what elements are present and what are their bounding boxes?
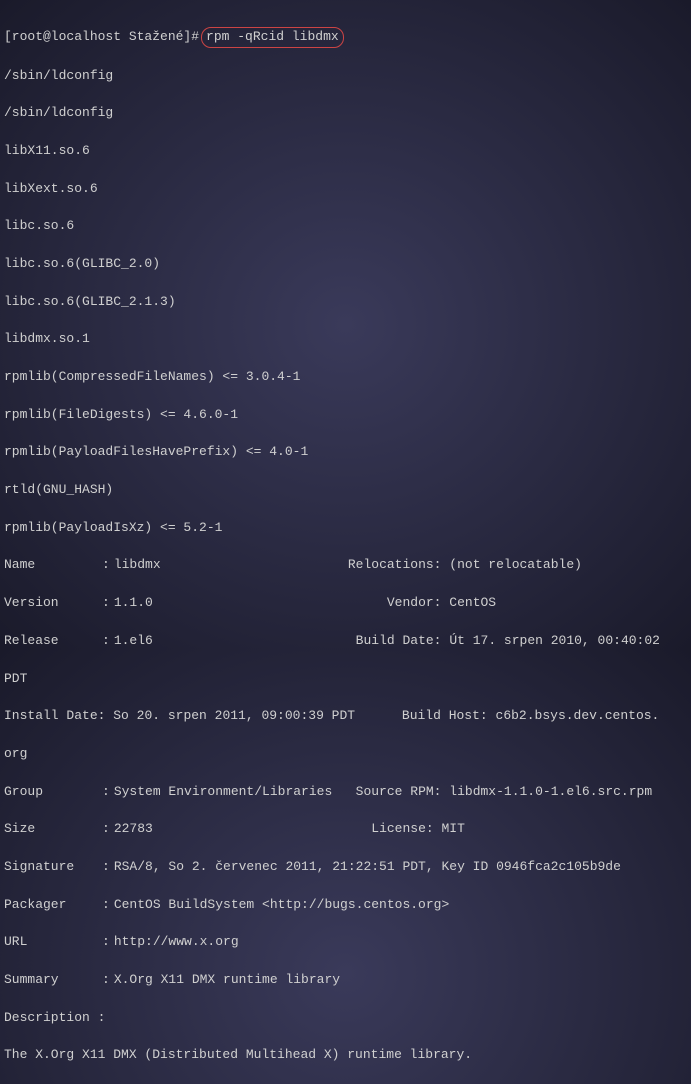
version-value: 1.1.0	[114, 595, 153, 610]
relocations-value: (not relocatable)	[449, 557, 582, 572]
dep-line: libc.so.6(GLIBC_2.1.3)	[4, 293, 687, 312]
builddate-label: Build Date:	[356, 633, 442, 648]
size-label: Size	[4, 820, 102, 839]
summary-label: Summary	[4, 971, 102, 990]
version-label: Version	[4, 594, 102, 613]
release-value: 1.el6	[114, 633, 153, 648]
vendor-label: Vendor:	[387, 595, 442, 610]
info-size-line: Size:22783 License: MIT	[4, 820, 687, 839]
command-prompt[interactable]: [root@localhost Stažené]# rpm -qRcid lib…	[4, 27, 687, 48]
dep-line: /sbin/ldconfig	[4, 67, 687, 86]
info-url-line: URL:http://www.x.org	[4, 933, 687, 952]
dep-line: libX11.so.6	[4, 142, 687, 161]
packager-label: Packager	[4, 896, 102, 915]
dep-line: libdmx.so.1	[4, 330, 687, 349]
info-signature-line: Signature:RSA/8, So 2. červenec 2011, 21…	[4, 858, 687, 877]
command-highlight: rpm -qRcid libdmx	[201, 27, 344, 48]
buildhost-value: c6b2.bsys.dev.centos.	[496, 708, 660, 723]
info-name-line: Name:libdmx Relocations: (not relocatabl…	[4, 556, 687, 575]
dep-line: rpmlib(CompressedFileNames) <= 3.0.4-1	[4, 368, 687, 387]
installdate-label: Install Date:	[4, 708, 105, 723]
relocations-label: Relocations:	[348, 557, 442, 572]
group-label: Group	[4, 783, 102, 802]
info-version-line: Version:1.1.0 Vendor: CentOS	[4, 594, 687, 613]
description-label: Description :	[4, 1009, 687, 1028]
dep-line: /sbin/ldconfig	[4, 104, 687, 123]
info-installdate-line: Install Date: So 20. srpen 2011, 09:00:3…	[4, 707, 687, 726]
info-group-line: Group:System Environment/Libraries Sourc…	[4, 783, 687, 802]
dep-line: rpmlib(FileDigests) <= 4.6.0-1	[4, 406, 687, 425]
packager-value: CentOS BuildSystem <http://bugs.centos.o…	[114, 897, 449, 912]
info-release-line: Release:1.el6 Build Date: Út 17. srpen 2…	[4, 632, 687, 651]
name-value: libdmx	[114, 557, 161, 572]
dep-line: rtld(GNU_HASH)	[4, 481, 687, 500]
dep-line: rpmlib(PayloadIsXz) <= 5.2-1	[4, 519, 687, 538]
dep-line: libXext.so.6	[4, 180, 687, 199]
vendor-value: CentOS	[449, 595, 496, 610]
sourcerpm-value: libdmx-1.1.0-1.el6.src.rpm	[449, 784, 652, 799]
dep-line: rpmlib(PayloadFilesHavePrefix) <= 4.0-1	[4, 443, 687, 462]
name-label: Name	[4, 556, 102, 575]
signature-label: Signature	[4, 858, 102, 877]
license-label: License:	[371, 821, 433, 836]
summary-value: X.Org X11 DMX runtime library	[114, 972, 340, 987]
dep-line: libc.so.6	[4, 217, 687, 236]
buildhost-wrap: org	[4, 745, 687, 764]
prompt-prefix: [root@localhost Stažené]#	[4, 28, 199, 47]
license-value: MIT	[442, 821, 465, 836]
sourcerpm-label: Source RPM:	[356, 784, 442, 799]
info-packager-line: Packager:CentOS BuildSystem <http://bugs…	[4, 896, 687, 915]
builddate-tz: PDT	[4, 670, 687, 689]
terminal-output: [root@localhost Stažené]# rpm -qRcid lib…	[4, 8, 687, 1084]
release-label: Release	[4, 632, 102, 651]
dep-line: libc.so.6(GLIBC_2.0)	[4, 255, 687, 274]
info-summary-line: Summary:X.Org X11 DMX runtime library	[4, 971, 687, 990]
description-value: The X.Org X11 DMX (Distributed Multihead…	[4, 1046, 687, 1065]
url-label: URL	[4, 933, 102, 952]
url-value: http://www.x.org	[114, 934, 239, 949]
installdate-value: So 20. srpen 2011, 09:00:39 PDT	[113, 708, 355, 723]
size-value: 22783	[114, 821, 153, 836]
builddate-value: Út 17. srpen 2010, 00:40:02	[449, 633, 667, 648]
signature-value: RSA/8, So 2. červenec 2011, 21:22:51 PDT…	[114, 859, 621, 874]
buildhost-label: Build Host:	[402, 708, 488, 723]
group-value: System Environment/Libraries	[114, 784, 332, 799]
